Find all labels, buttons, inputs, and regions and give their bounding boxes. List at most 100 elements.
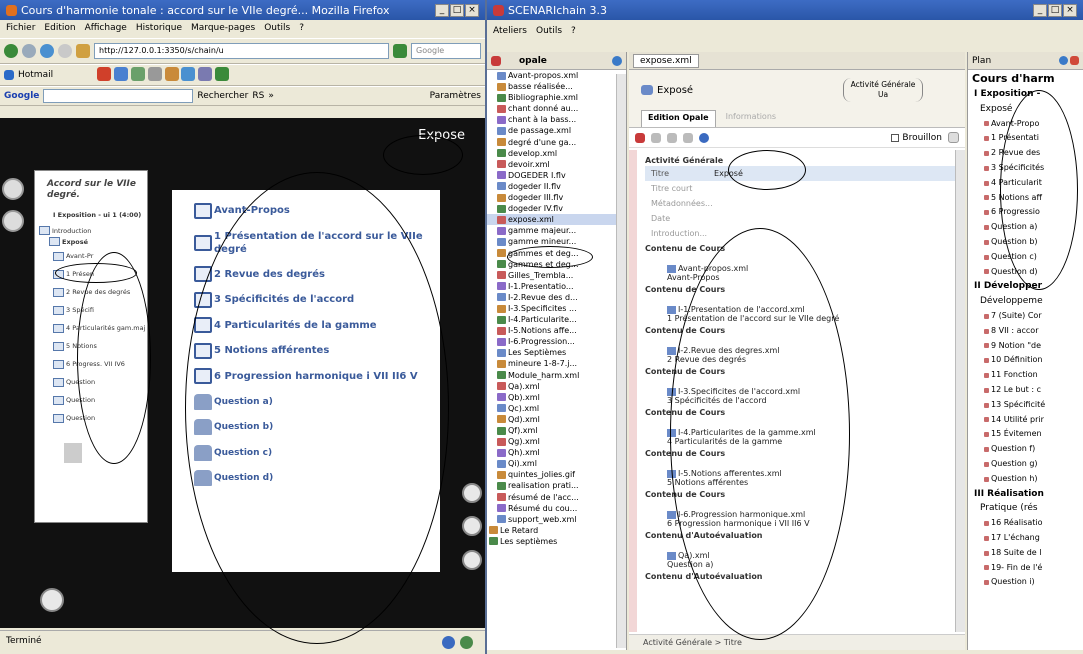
content-entry[interactable]: I-5.Notions afferentes.xml 5 Notions affé… [645,459,955,487]
tree-item[interactable]: degré d'une ga... [487,137,626,148]
tree-item[interactable]: gamme majeur... [487,225,626,236]
plan-item[interactable]: Pratique (rés [968,501,1083,516]
sidebar-item[interactable]: Avant-Pr [35,247,147,265]
tree-item[interactable]: Bibliographie.xml [487,92,626,103]
tree-item[interactable]: I-5.Notions affe... [487,325,626,336]
tree-item[interactable]: I-6.Progression... [487,336,626,347]
brouillon-checkbox[interactable]: Brouillon [891,133,942,143]
tree-item[interactable]: Qd).xml [487,414,626,425]
plan-item[interactable]: 3 Spécificités [968,161,1083,176]
menu-5[interactable]: Outils [264,23,290,35]
content-file-link[interactable]: I-1.Presentation de l'accord.xml [667,305,955,314]
plan-item[interactable]: 2 Revue des [968,146,1083,161]
tree-item[interactable]: Qh).xml [487,447,626,458]
tree-item[interactable]: quintes_jolies.gif [487,469,626,480]
module-link[interactable]: Question b) [172,415,440,441]
editor-scrollbar[interactable] [955,150,965,632]
module-link[interactable]: Question a) [172,389,440,415]
tree-item[interactable]: I-1.Presentatio... [487,281,626,292]
tree-item[interactable]: basse réalisée... [487,81,626,92]
module-link[interactable]: Question d) [172,466,440,492]
reload-icon[interactable] [40,44,54,58]
plan-item[interactable]: Question b) [968,235,1083,250]
tool-icon-7[interactable] [198,66,213,81]
content-file-link[interactable]: I-5.Notions afferentes.xml [667,469,955,478]
tree-item[interactable]: support_web.xml [487,514,626,525]
module-link[interactable]: Avant-Propos [172,198,440,224]
module-link[interactable]: Question c) [172,440,440,466]
close-button[interactable]: × [465,3,479,17]
plan-item[interactable]: Développeme [968,294,1083,309]
tree-item[interactable]: Qf).xml [487,425,626,436]
plan-item[interactable]: II Développer [968,279,1083,294]
content-entry[interactable]: I-1.Presentation de l'accord.xml 1 Présen… [645,295,955,323]
tool-icon-4[interactable] [147,66,162,81]
sidebar-item[interactable]: 6 Progress. VII IV6 [35,355,147,373]
plan-item[interactable]: Question g) [968,457,1083,472]
tree-item[interactable]: dogeder II.flv [487,181,626,192]
settings-circle-button[interactable] [2,210,24,232]
menu-1[interactable]: Edition [44,23,75,35]
plan-item[interactable]: Question d) [968,265,1083,280]
plan-item[interactable]: 1 Présentati [968,131,1083,146]
menu-0[interactable]: Fichier [6,23,35,35]
workshop-name[interactable]: opale [519,56,547,66]
menu-6[interactable]: ? [299,23,304,35]
plan-item[interactable]: Question c) [968,250,1083,265]
content-entry[interactable] [645,582,955,602]
plan-item[interactable]: Question f) [968,442,1083,457]
tree-item[interactable]: Les septièmes [487,536,626,547]
plan-item[interactable]: 18 Suite de l [968,546,1083,561]
tool-icon-2[interactable] [113,66,128,81]
plan-refresh-icon[interactable] [1059,56,1068,65]
plan-item[interactable]: 9 Notion "de [968,339,1083,354]
help-icon[interactable] [699,132,709,143]
sidebar-item[interactable]: 1 Présen [35,265,147,283]
sidebar-item[interactable]: 2 Revue des degrés [35,283,147,301]
sidebar-item[interactable]: Question [35,391,147,409]
firefox-titlebar[interactable]: Cours d'harmonie tonale : accord sur le … [0,0,485,20]
tree-item[interactable]: Avant-propos.xml [487,70,626,81]
plan-item[interactable]: Question i) [968,575,1083,590]
plan-item[interactable]: 6 Progressio [968,205,1083,220]
tree-item[interactable]: Les Septièmes [487,347,626,358]
nav-circle-button[interactable] [2,178,24,200]
tree-item[interactable]: Résumé du cou... [487,503,626,514]
rss-button[interactable]: RS [252,91,264,101]
sidebar-item[interactable]: 5 Notions [35,337,147,355]
play-button[interactable] [462,516,482,536]
stop-icon[interactable] [58,44,72,58]
checkbox-box[interactable] [891,133,900,142]
plan-item[interactable]: I Exposition - [968,87,1083,102]
tree-item[interactable]: gammes et deg... [487,248,626,259]
tool-icon-3[interactable] [130,66,145,81]
home-icon[interactable] [76,44,90,58]
tree-item[interactable]: mineure 1-8-7.j... [487,358,626,369]
tree-item[interactable]: Qg).xml [487,436,626,447]
plan-item[interactable]: 17 L'échang [968,531,1083,546]
plan-item[interactable]: 16 Réalisatio [968,516,1083,531]
breadcrumb-item-2[interactable]: Titre [724,638,742,647]
field-3[interactable]: Date [645,211,955,226]
tree-item[interactable]: I-4.Particularite... [487,314,626,325]
plan-item[interactable]: 5 Notions aff [968,191,1083,206]
content-file-link[interactable]: I-3.Specificites de l'accord.xml [667,387,955,396]
field-1[interactable]: Titre court [645,181,955,196]
plan-close-icon[interactable] [1070,56,1079,65]
tool-icon-1[interactable] [97,66,112,81]
sidebar-item[interactable]: Question [35,409,147,427]
url-field[interactable]: http://127.0.0.1:3350/s/chain/u [94,43,389,59]
tree-item[interactable]: Qb).xml [487,392,626,403]
tree-item[interactable]: I-2.Revue des d... [487,292,626,303]
tree-item[interactable]: dogeder III.flv [487,192,626,203]
sc-menu-0[interactable]: Ateliers [493,26,527,39]
tree-item[interactable]: gammes et deg... [487,259,626,270]
tree-item[interactable]: expose.xml [487,214,626,226]
plan-item[interactable]: 12 Le but : c [968,383,1083,398]
tree-item[interactable]: Le Retard [487,525,626,536]
plan-item[interactable]: 8 VII : accor [968,324,1083,339]
plan-item[interactable]: 14 Utilité prir [968,413,1083,428]
down-button[interactable] [462,550,482,570]
plan-item[interactable]: 7 (Suite) Cor [968,309,1083,324]
module-link[interactable]: 5 Notions afférentes [172,338,440,364]
